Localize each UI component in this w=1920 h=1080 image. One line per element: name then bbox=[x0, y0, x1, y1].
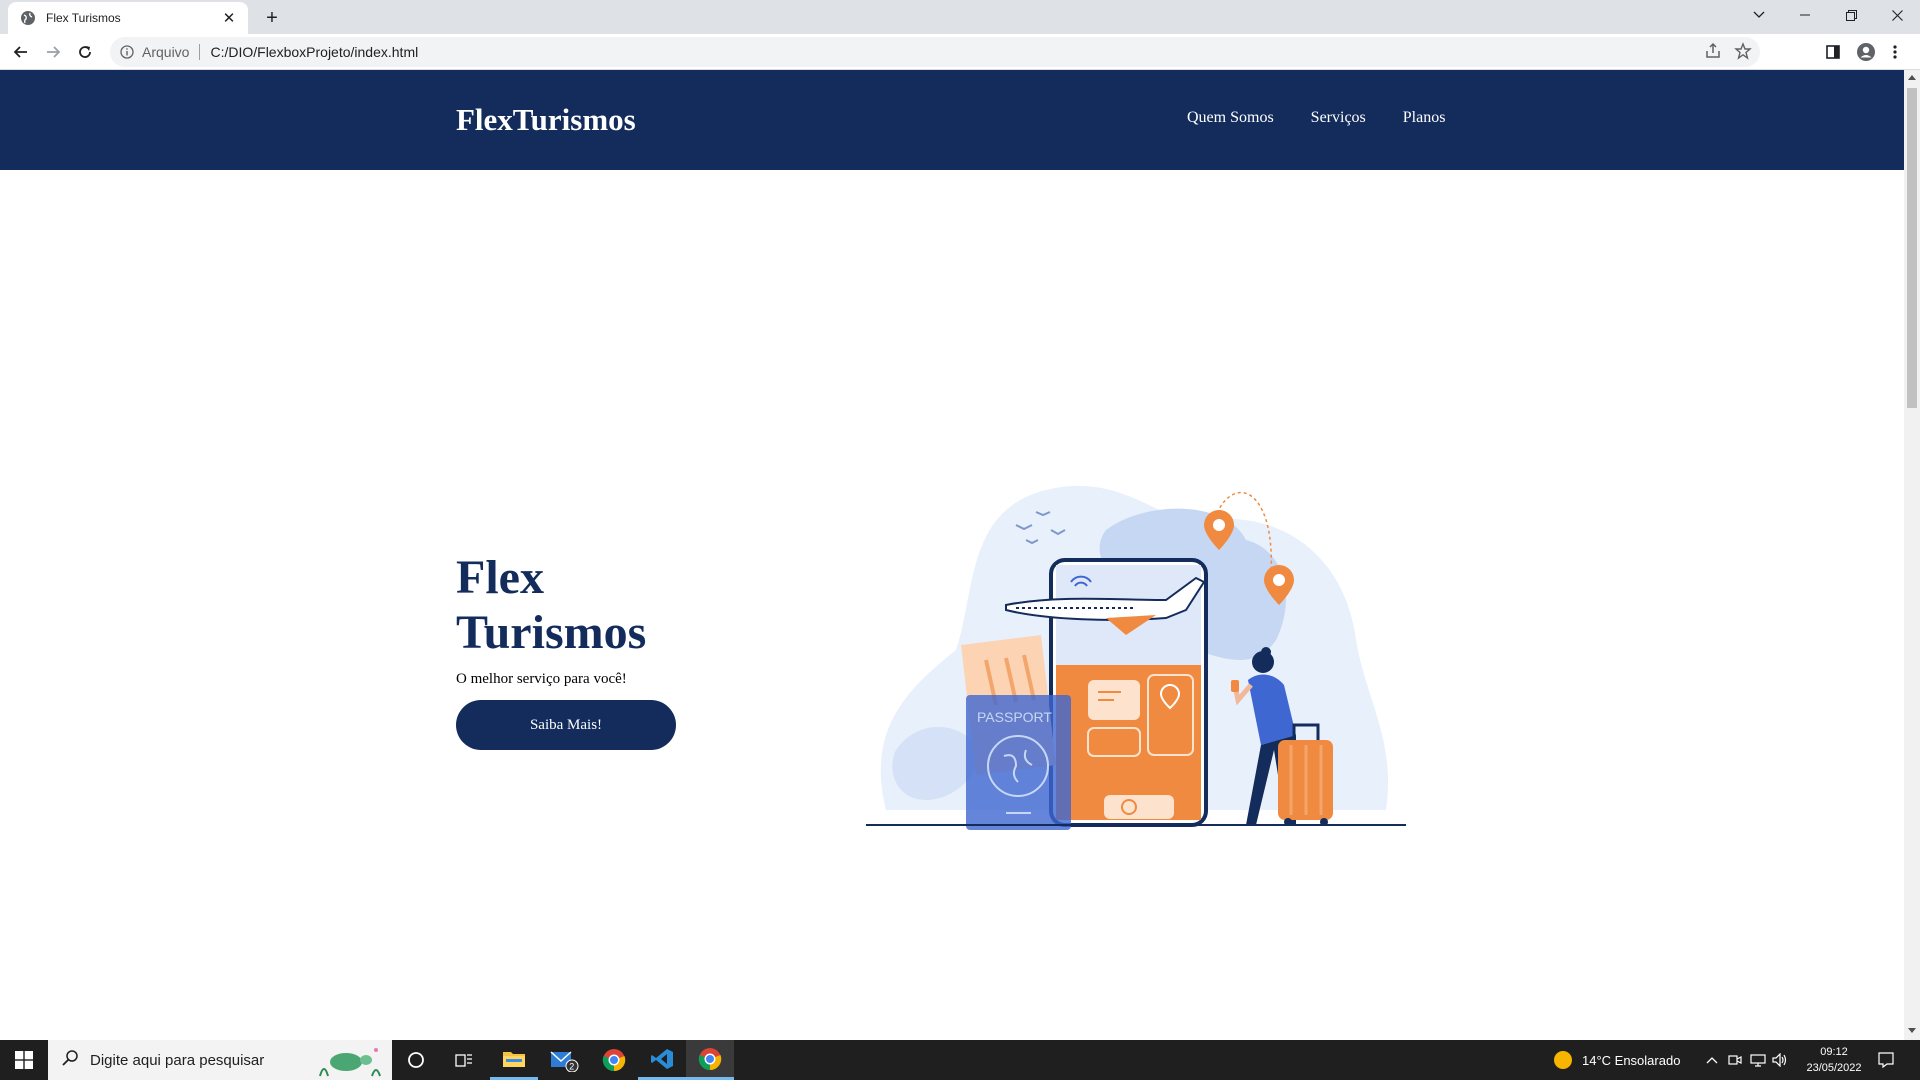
scroll-thumb[interactable] bbox=[1907, 88, 1917, 408]
nav-link-quem-somos[interactable]: Quem Somos bbox=[1187, 109, 1274, 127]
address-bar[interactable]: Arquivo C:/DIO/FlexboxProjeto/index.html bbox=[110, 37, 1760, 67]
cortana-icon[interactable] bbox=[392, 1040, 440, 1080]
site-header: FlexTurismos Quem Somos Serviços Planos bbox=[0, 70, 1904, 170]
task-view-icon[interactable] bbox=[440, 1040, 488, 1080]
chrome-active-icon[interactable] bbox=[686, 1040, 734, 1080]
restore-icon[interactable] bbox=[1828, 0, 1874, 30]
site-nav: Quem Somos Serviços Planos bbox=[1187, 109, 1445, 127]
weather-widget[interactable]: 14°C Ensolarado bbox=[1552, 1040, 1680, 1080]
notifications-icon[interactable] bbox=[1878, 1040, 1894, 1080]
clock-date: 23/05/2022 bbox=[1806, 1062, 1862, 1074]
menu-kebab-icon[interactable] bbox=[1885, 39, 1905, 65]
clock-time: 09:12 bbox=[1820, 1046, 1848, 1058]
page-scrollbar[interactable] bbox=[1904, 70, 1920, 1040]
vscode-icon[interactable] bbox=[638, 1040, 686, 1080]
new-tab-icon[interactable]: + bbox=[260, 6, 284, 30]
forward-icon[interactable] bbox=[40, 39, 66, 65]
share-icon[interactable] bbox=[1704, 42, 1722, 65]
info-icon[interactable] bbox=[118, 43, 136, 61]
windows-start-icon[interactable] bbox=[0, 1040, 48, 1080]
windows-taskbar: Digite aqui para pesquisar 2 14°C Ensola… bbox=[0, 1040, 1920, 1080]
travel-illustration: PASSPORT bbox=[866, 485, 1406, 830]
browser-toolbar: Arquivo C:/DIO/FlexboxProjeto/index.html bbox=[0, 34, 1920, 70]
close-tab-icon[interactable]: ✕ bbox=[220, 9, 238, 27]
scroll-up-icon[interactable] bbox=[1908, 75, 1916, 80]
url-text[interactable]: C:/DIO/FlexboxProjeto/index.html bbox=[210, 44, 418, 60]
reload-icon[interactable] bbox=[72, 39, 98, 65]
hero-title: Flex Turismos bbox=[456, 551, 647, 659]
saiba-mais-button[interactable]: Saiba Mais! bbox=[456, 700, 676, 750]
taskbar-search-box[interactable]: Digite aqui para pesquisar bbox=[48, 1040, 392, 1080]
omnibox-separator bbox=[199, 44, 201, 60]
turtle-highlight-icon bbox=[314, 1042, 384, 1080]
browser-tab[interactable]: Flex Turismos ✕ bbox=[8, 2, 248, 34]
tab-title: Flex Turismos bbox=[46, 11, 121, 25]
close-window-icon[interactable] bbox=[1874, 0, 1920, 30]
chrome-icon[interactable] bbox=[590, 1040, 638, 1080]
nav-link-planos[interactable]: Planos bbox=[1403, 109, 1446, 127]
scroll-down-icon[interactable] bbox=[1908, 1028, 1916, 1033]
file-explorer-icon[interactable] bbox=[490, 1040, 538, 1080]
search-icon bbox=[62, 1049, 78, 1071]
mail-icon[interactable]: 2 bbox=[540, 1040, 588, 1080]
volume-icon[interactable] bbox=[1772, 1040, 1788, 1080]
bookmark-star-icon[interactable] bbox=[1734, 42, 1752, 65]
globe-icon bbox=[20, 10, 36, 26]
nav-link-servicos[interactable]: Serviços bbox=[1311, 109, 1366, 127]
file-protocol-label: Arquivo bbox=[142, 44, 190, 60]
site-logo[interactable]: FlexTurismos bbox=[456, 102, 636, 138]
minimize-icon[interactable] bbox=[1782, 0, 1828, 30]
tab-search-icon[interactable] bbox=[1736, 0, 1782, 30]
hero-subtitle: O melhor serviço para você! bbox=[456, 671, 627, 687]
mail-badge: 2 bbox=[569, 1062, 574, 1072]
network-icon[interactable] bbox=[1750, 1040, 1766, 1080]
tray-chevron-icon[interactable] bbox=[1706, 1040, 1718, 1080]
weather-text: 14°C Ensolarado bbox=[1582, 1052, 1681, 1068]
back-icon[interactable] bbox=[8, 39, 34, 65]
meet-now-icon[interactable] bbox=[1728, 1040, 1742, 1080]
sun-icon bbox=[1554, 1051, 1572, 1069]
taskbar-clock[interactable]: 09:12 23/05/2022 bbox=[1794, 1044, 1874, 1076]
taskbar-search-placeholder: Digite aqui para pesquisar bbox=[90, 1051, 265, 1069]
page-viewport: FlexTurismos Quem Somos Serviços Planos … bbox=[0, 70, 1904, 1040]
profile-avatar-icon[interactable] bbox=[1853, 39, 1879, 65]
browser-tabstrip: Flex Turismos ✕ + bbox=[0, 0, 1920, 34]
passport-label: PASSPORT bbox=[977, 709, 1052, 725]
side-panel-icon[interactable] bbox=[1820, 39, 1846, 65]
